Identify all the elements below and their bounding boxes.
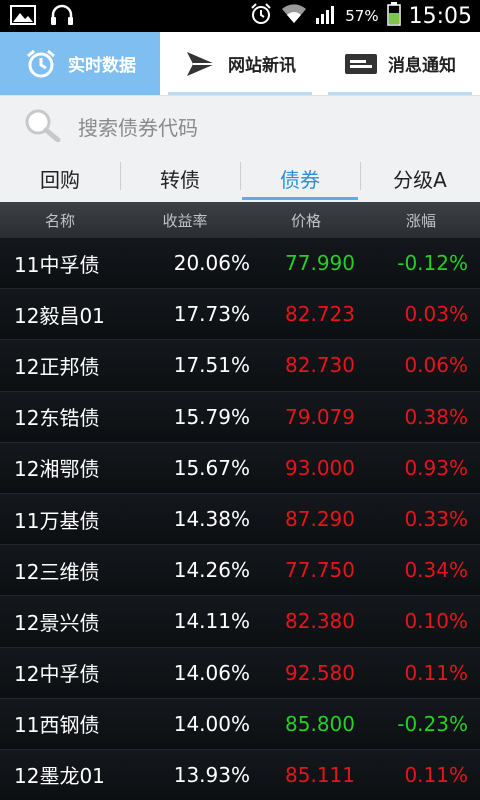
bond-yield: 20.06% [173, 251, 250, 276]
bond-name: 12毅昌01 [14, 303, 105, 328]
bond-name: 12三维债 [14, 559, 100, 584]
bond-yield: 17.51% [173, 353, 250, 378]
bond-change: 0.34% [404, 558, 468, 583]
bond-name: 12东锆债 [14, 406, 100, 431]
alarm-icon [249, 2, 273, 30]
tab-repo[interactable]: 回购 [0, 154, 120, 202]
bond-name: 11西钢债 [14, 713, 100, 738]
table-row[interactable]: 12湘鄂债 15.67% 93.000 0.93% [0, 442, 480, 494]
battery-percent: 57% [345, 7, 379, 25]
header-change[interactable]: 涨幅 [362, 210, 480, 231]
gallery-icon [10, 4, 36, 30]
bond-price: 87.290 [285, 507, 355, 532]
bond-change: 0.03% [404, 302, 468, 327]
bond-yield: 13.93% [173, 762, 250, 787]
bond-yield: 14.11% [173, 609, 250, 634]
bond-yield: 17.73% [173, 302, 250, 327]
wifi-icon [281, 3, 307, 29]
bond-name: 12墨龙01 [14, 764, 105, 789]
bond-change: 0.93% [404, 455, 468, 480]
bond-change: -0.12% [397, 251, 468, 276]
bond-change: 0.11% [404, 762, 468, 787]
table-row[interactable]: 12东锆债 15.79% 79.079 0.38% [0, 391, 480, 443]
bond-yield: 14.38% [173, 507, 250, 532]
status-bar: 57% 15:05 [0, 0, 480, 32]
header-price[interactable]: 价格 [250, 210, 362, 231]
bond-price: 85.800 [285, 711, 355, 736]
header-name[interactable]: 名称 [0, 210, 120, 231]
bond-name: 12湘鄂债 [14, 457, 100, 482]
bond-price: 93.000 [285, 455, 355, 480]
table-row[interactable]: 11万基债 14.38% 87.290 0.33% [0, 493, 480, 546]
bond-price: 82.380 [285, 609, 355, 634]
table-row[interactable]: 12三维债 14.26% 77.750 0.34% [0, 545, 480, 597]
category-tab-bar: 回购 转债 债券 分级A [0, 154, 480, 202]
signal-icon [315, 3, 337, 29]
table-row[interactable]: 11中孚债 20.06% 77.990 -0.12% [0, 238, 480, 290]
bond-yield: 14.00% [173, 711, 250, 736]
bond-name: 12正邦债 [14, 354, 100, 379]
bond-name: 11万基债 [14, 508, 100, 533]
table-row[interactable]: 12正邦债 17.51% 82.730 0.06% [0, 340, 480, 392]
table-row[interactable]: 11西钢债 14.00% 85.800 -0.23% [0, 698, 480, 750]
tab-notifications[interactable]: 消息通知 [320, 32, 480, 95]
alarm-clock-icon [24, 47, 58, 81]
clock-time: 15:05 [408, 3, 472, 29]
bond-price: 77.750 [285, 558, 355, 583]
bond-change: 0.38% [404, 404, 468, 429]
headset-icon [50, 4, 74, 30]
bond-price: 82.723 [285, 302, 355, 327]
send-icon [184, 47, 218, 81]
bond-change: -0.23% [397, 711, 468, 736]
bond-price: 85.111 [285, 762, 355, 787]
tab-convertible-bonds[interactable]: 转债 [120, 154, 240, 202]
search-placeholder[interactable]: 搜索债券代码 [78, 112, 198, 141]
bond-yield: 14.26% [173, 558, 250, 583]
table-row[interactable]: 12墨龙01 13.93% 85.111 0.11% [0, 749, 480, 800]
bond-price: 82.730 [285, 353, 355, 378]
bond-price: 79.079 [285, 404, 355, 429]
search-icon [22, 108, 64, 143]
bond-list[interactable]: 11中孚债 20.06% 77.990 -0.12% 12毅昌01 17.73%… [0, 238, 480, 800]
battery-icon [386, 2, 401, 30]
bond-name: 12中孚债 [14, 662, 100, 687]
tab-bonds[interactable]: 债券 [240, 154, 360, 202]
top-tab-bar: 实时数据 网站新讯 消息通知 [0, 32, 480, 96]
bond-yield: 14.06% [173, 660, 250, 685]
tab-label: 消息通知 [388, 56, 456, 76]
header-yield[interactable]: 收益率 [120, 210, 250, 231]
bond-price: 77.990 [285, 251, 355, 276]
bond-yield: 15.79% [173, 404, 250, 429]
tab-graded-a[interactable]: 分级A [360, 154, 480, 202]
tab-site-news[interactable]: 网站新讯 [160, 32, 320, 95]
bond-name: 12景兴债 [14, 610, 100, 635]
bond-change: 0.33% [404, 507, 468, 532]
tab-label: 实时数据 [68, 56, 136, 76]
table-header: 名称 收益率 价格 涨幅 [0, 202, 480, 238]
bond-change: 0.11% [404, 660, 468, 685]
tab-label: 网站新讯 [228, 56, 296, 76]
table-row[interactable]: 12毅昌01 17.73% 82.723 0.03% [0, 289, 480, 341]
table-row[interactable]: 12景兴债 14.11% 82.380 0.10% [0, 596, 480, 648]
table-row[interactable]: 12中孚债 14.06% 92.580 0.11% [0, 647, 480, 699]
bond-price: 92.580 [285, 660, 355, 685]
tab-realtime-data[interactable]: 实时数据 [0, 32, 160, 95]
bond-yield: 15.67% [173, 455, 250, 480]
search-bar[interactable]: 搜索债券代码 [0, 96, 480, 154]
bond-change: 0.06% [404, 353, 468, 378]
bond-name: 11中孚债 [14, 252, 100, 277]
message-icon [344, 47, 378, 81]
bond-change: 0.10% [404, 609, 468, 634]
